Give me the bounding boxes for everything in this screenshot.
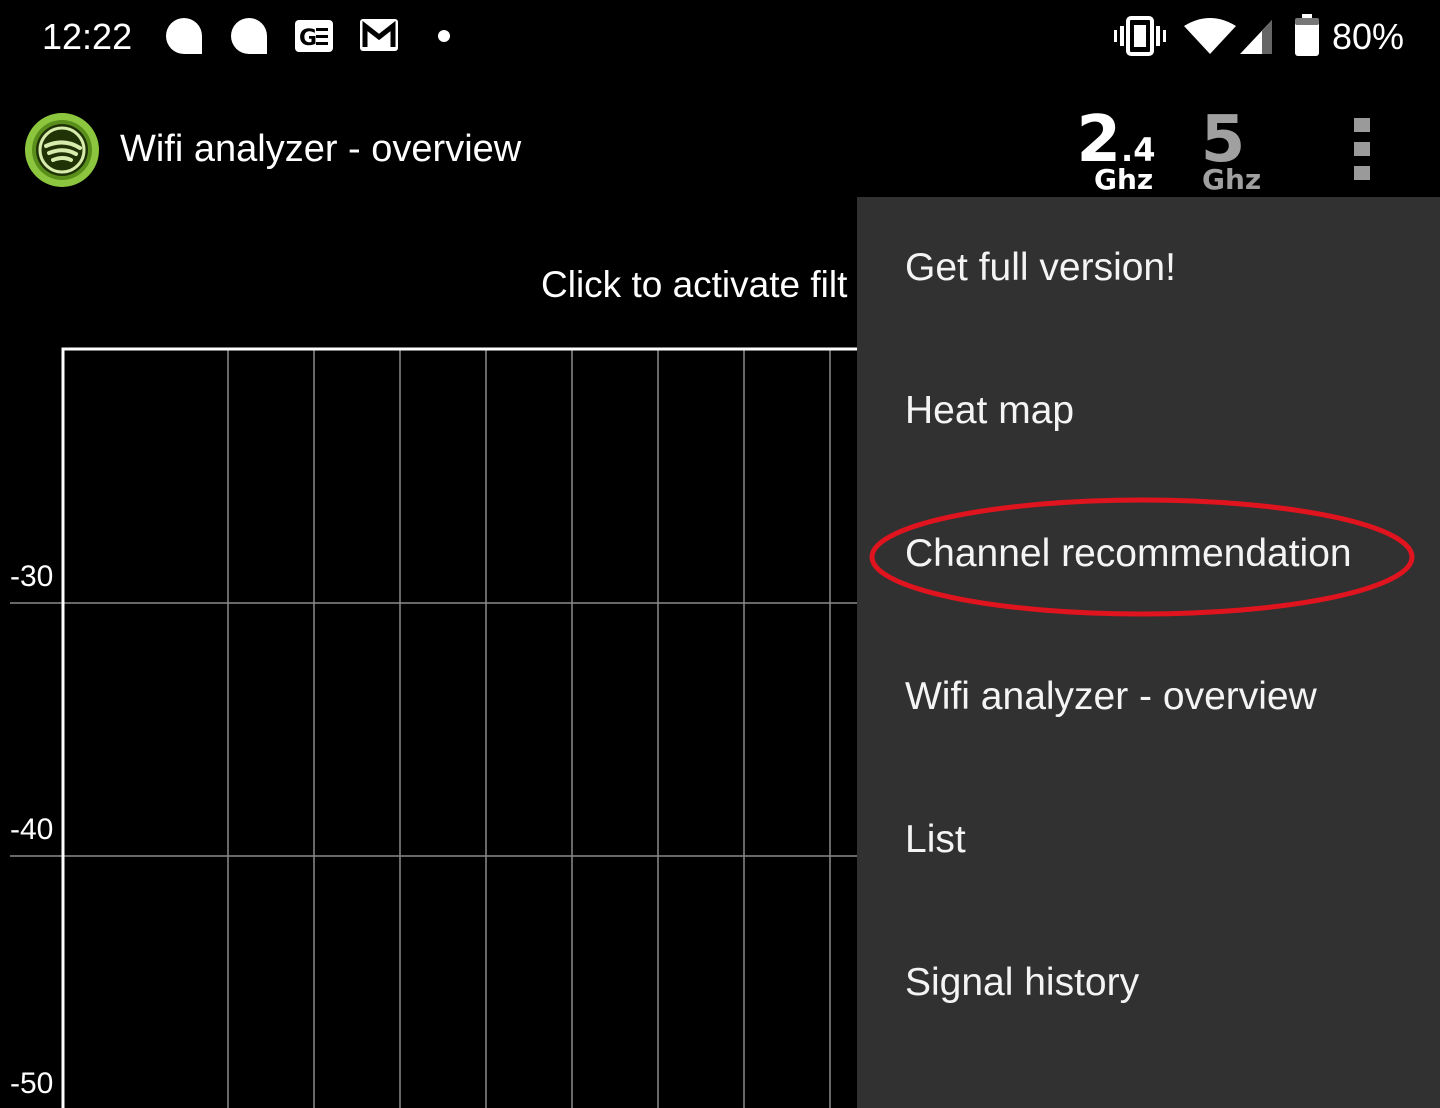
battery-icon bbox=[1295, 14, 1319, 56]
chat-bubble-icon bbox=[231, 18, 267, 54]
status-bar: 12:22 G 80% bbox=[0, 0, 1440, 76]
band-24ghz-button[interactable]: 2.4 Ghz bbox=[1066, 108, 1166, 194]
menu-item-wifi-analyzer-overview[interactable]: Wifi analyzer - overview bbox=[857, 626, 1440, 769]
svg-text:G: G bbox=[299, 26, 317, 51]
y-tick-label: -50 bbox=[10, 1067, 53, 1100]
status-time: 12:22 bbox=[42, 16, 133, 57]
menu-item-heat-map[interactable]: Heat map bbox=[857, 340, 1440, 483]
gmail-icon bbox=[360, 19, 398, 51]
menu-item-get-full-version[interactable]: Get full version! bbox=[857, 197, 1440, 340]
overflow-menu: Get full version! Heat map Channel recom… bbox=[857, 197, 1440, 1108]
chart-grid bbox=[10, 349, 860, 1108]
menu-item-label: Signal history bbox=[905, 961, 1140, 1004]
y-tick-label: -40 bbox=[10, 813, 53, 846]
battery-percent: 80% bbox=[1332, 16, 1405, 57]
filter-hint[interactable]: Click to activate filt bbox=[541, 264, 847, 306]
menu-item-list[interactable]: List bbox=[857, 769, 1440, 912]
highlight-ellipse bbox=[869, 497, 1415, 617]
more-vert-icon[interactable] bbox=[1340, 118, 1384, 182]
app-bar: Wifi analyzer - overview 2.4 Ghz 5 Ghz bbox=[0, 96, 1440, 206]
wifi-analyzer-logo-icon[interactable] bbox=[24, 112, 100, 188]
vibrate-icon bbox=[1114, 16, 1166, 56]
menu-item-label: Wifi analyzer - overview bbox=[905, 675, 1317, 718]
news-icon: G bbox=[295, 20, 333, 52]
menu-item-label: List bbox=[905, 818, 966, 861]
dot-icon bbox=[438, 30, 450, 42]
menu-item-label: Get full version! bbox=[905, 246, 1176, 289]
y-tick-label: -30 bbox=[10, 560, 53, 593]
cell-signal-icon bbox=[1240, 20, 1272, 54]
band-24-unit: Ghz bbox=[1094, 163, 1154, 196]
chat-bubble-icon bbox=[166, 18, 202, 54]
signal-chart[interactable]: -30 -40 -50 bbox=[0, 330, 860, 1108]
app-title: Wifi analyzer - overview bbox=[120, 128, 522, 170]
menu-item-signal-history[interactable]: Signal history bbox=[857, 912, 1440, 1055]
wifi-icon bbox=[1184, 18, 1236, 54]
menu-item-label: Heat map bbox=[905, 389, 1075, 432]
chart-axis bbox=[61, 347, 860, 1108]
band-5-unit: Ghz bbox=[1202, 163, 1262, 196]
band-5ghz-button[interactable]: 5 Ghz bbox=[1178, 108, 1268, 194]
